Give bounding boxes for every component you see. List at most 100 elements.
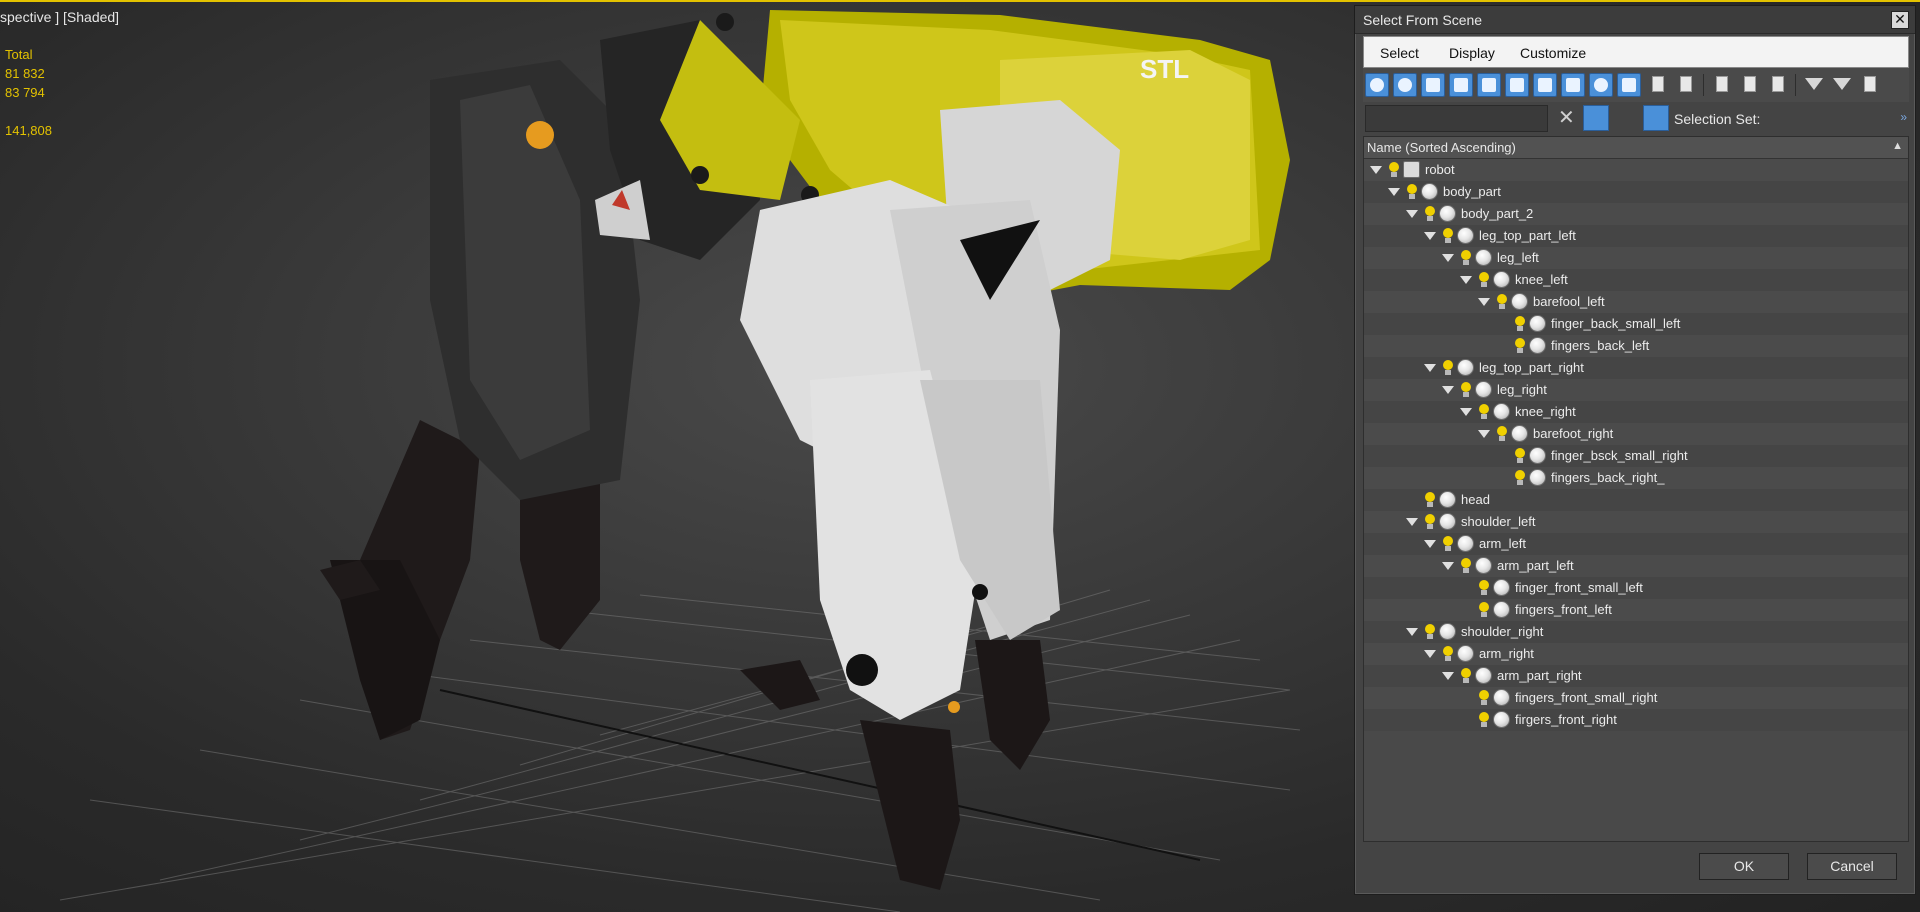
expand-triangle-icon[interactable]: [1424, 232, 1436, 240]
sort-ascending-icon[interactable]: ▲: [1892, 140, 1903, 152]
display-helpers-icon[interactable]: [1477, 73, 1501, 97]
lightbulb-icon[interactable]: [1478, 580, 1490, 596]
display-xrefs-icon[interactable]: [1561, 73, 1585, 97]
lightbulb-icon[interactable]: [1424, 206, 1436, 222]
tree-row[interactable]: finger_front_small_left: [1364, 577, 1908, 599]
lightbulb-icon[interactable]: [1478, 272, 1490, 288]
display-shapes-icon[interactable]: [1393, 73, 1417, 97]
expand-triangle-icon[interactable]: [1388, 188, 1400, 196]
lightbulb-icon[interactable]: [1514, 316, 1526, 332]
lightbulb-icon[interactable]: [1460, 250, 1472, 266]
expand-triangle-icon[interactable]: [1424, 364, 1436, 372]
tree-row[interactable]: body_part_2: [1364, 203, 1908, 225]
dialog-titlebar[interactable]: Select From Scene ✕: [1355, 6, 1915, 34]
lightbulb-icon[interactable]: [1460, 558, 1472, 574]
lightbulb-icon[interactable]: [1514, 448, 1526, 464]
expand-triangle-icon[interactable]: [1406, 518, 1418, 526]
scene-object-list[interactable]: Name (Sorted Ascending) ▲ robot body_part…: [1363, 136, 1909, 842]
select-none-icon[interactable]: [1739, 74, 1761, 96]
tree-row[interactable]: fingers_front_left: [1364, 599, 1908, 621]
display-geometry-icon[interactable]: [1365, 73, 1389, 97]
display-bones-icon[interactable]: [1589, 73, 1613, 97]
expand-triangle-icon[interactable]: [1442, 672, 1454, 680]
lightbulb-icon[interactable]: [1460, 382, 1472, 398]
lightbulb-icon[interactable]: [1442, 228, 1454, 244]
display-frozen-icon[interactable]: [1647, 74, 1669, 96]
search-input[interactable]: [1365, 105, 1548, 132]
ok-button[interactable]: OK: [1699, 853, 1789, 880]
lightbulb-icon[interactable]: [1496, 426, 1508, 442]
lightbulb-icon[interactable]: [1442, 536, 1454, 552]
expand-triangle-icon[interactable]: [1424, 540, 1436, 548]
cancel-button[interactable]: Cancel: [1807, 853, 1897, 880]
menu-select[interactable]: Select: [1380, 45, 1419, 61]
lightbulb-icon[interactable]: [1460, 668, 1472, 684]
close-icon[interactable]: ✕: [1891, 11, 1909, 29]
lightbulb-icon[interactable]: [1424, 514, 1436, 530]
lightbulb-icon[interactable]: [1478, 602, 1490, 618]
lightbulb-icon[interactable]: [1424, 492, 1436, 508]
tree-row[interactable]: arm_right: [1364, 643, 1908, 665]
expand-triangle-icon[interactable]: [1460, 408, 1472, 416]
lightbulb-icon[interactable]: [1496, 294, 1508, 310]
lightbulb-icon[interactable]: [1514, 470, 1526, 486]
list-header-name[interactable]: Name (Sorted Ascending): [1367, 140, 1516, 155]
clear-search-icon[interactable]: ✕: [1558, 106, 1575, 130]
lightbulb-icon[interactable]: [1478, 690, 1490, 706]
lightbulb-icon[interactable]: [1442, 360, 1454, 376]
select-invert-icon[interactable]: [1767, 74, 1789, 96]
tree-row[interactable]: leg_right: [1364, 379, 1908, 401]
tree-row[interactable]: arm_part_right: [1364, 665, 1908, 687]
tree-row[interactable]: fingers_front_small_right: [1364, 687, 1908, 709]
display-hidden-icon[interactable]: [1675, 74, 1697, 96]
lightbulb-icon[interactable]: [1442, 646, 1454, 662]
display-containers-icon[interactable]: [1617, 73, 1641, 97]
select-all-icon[interactable]: [1711, 74, 1733, 96]
tree-row[interactable]: barefool_left: [1364, 291, 1908, 313]
filter-children-icon[interactable]: [1831, 74, 1853, 96]
lightbulb-icon[interactable]: [1478, 712, 1490, 728]
tree-row[interactable]: leg_top_part_right: [1364, 357, 1908, 379]
more-icon[interactable]: »: [1900, 110, 1907, 124]
expand-triangle-icon[interactable]: [1478, 430, 1490, 438]
tree-row[interactable]: fingers_back_left: [1364, 335, 1908, 357]
tree-row[interactable]: arm_part_left: [1364, 555, 1908, 577]
menu-customize[interactable]: Customize: [1520, 45, 1586, 61]
tree-row[interactable]: fingers_back_right_: [1364, 467, 1908, 489]
tree-row[interactable]: head: [1364, 489, 1908, 511]
display-groups-icon[interactable]: [1533, 73, 1557, 97]
filter-icon[interactable]: [1803, 74, 1825, 96]
filter-dependents-icon[interactable]: [1859, 74, 1881, 96]
layers-icon[interactable]: [1615, 105, 1641, 131]
tree-row[interactable]: barefoot_right: [1364, 423, 1908, 445]
tree-row[interactable]: firgers_front_right: [1364, 709, 1908, 731]
tree-row[interactable]: knee_right: [1364, 401, 1908, 423]
display-spacewarps-icon[interactable]: [1505, 73, 1529, 97]
hierarchy-icon[interactable]: [1643, 105, 1669, 131]
expand-triangle-icon[interactable]: [1442, 254, 1454, 262]
expand-triangle-icon[interactable]: [1460, 276, 1472, 284]
tree-row[interactable]: body_part: [1364, 181, 1908, 203]
lightbulb-icon[interactable]: [1478, 404, 1490, 420]
expand-triangle-icon[interactable]: [1442, 562, 1454, 570]
tree-row[interactable]: finger_back_small_left: [1364, 313, 1908, 335]
tree-row[interactable]: robot: [1364, 159, 1908, 181]
tree-row[interactable]: leg_left: [1364, 247, 1908, 269]
lightbulb-icon[interactable]: [1514, 338, 1526, 354]
tree-row[interactable]: leg_top_part_left: [1364, 225, 1908, 247]
lightbulb-icon[interactable]: [1406, 184, 1418, 200]
display-cameras-icon[interactable]: [1449, 73, 1473, 97]
lightbulb-icon[interactable]: [1424, 624, 1436, 640]
expand-triangle-icon[interactable]: [1406, 210, 1418, 218]
expand-triangle-icon[interactable]: [1370, 166, 1382, 174]
list-header[interactable]: Name (Sorted Ascending) ▲: [1364, 137, 1908, 159]
display-lights-icon[interactable]: [1421, 73, 1445, 97]
expand-triangle-icon[interactable]: [1442, 386, 1454, 394]
tree-row[interactable]: finger_bsck_small_right: [1364, 445, 1908, 467]
menu-display[interactable]: Display: [1449, 45, 1495, 61]
lightbulb-icon[interactable]: [1388, 162, 1400, 178]
expand-triangle-icon[interactable]: [1406, 628, 1418, 636]
tree-row[interactable]: shoulder_right: [1364, 621, 1908, 643]
tree-row[interactable]: shoulder_left: [1364, 511, 1908, 533]
expand-triangle-icon[interactable]: [1478, 298, 1490, 306]
